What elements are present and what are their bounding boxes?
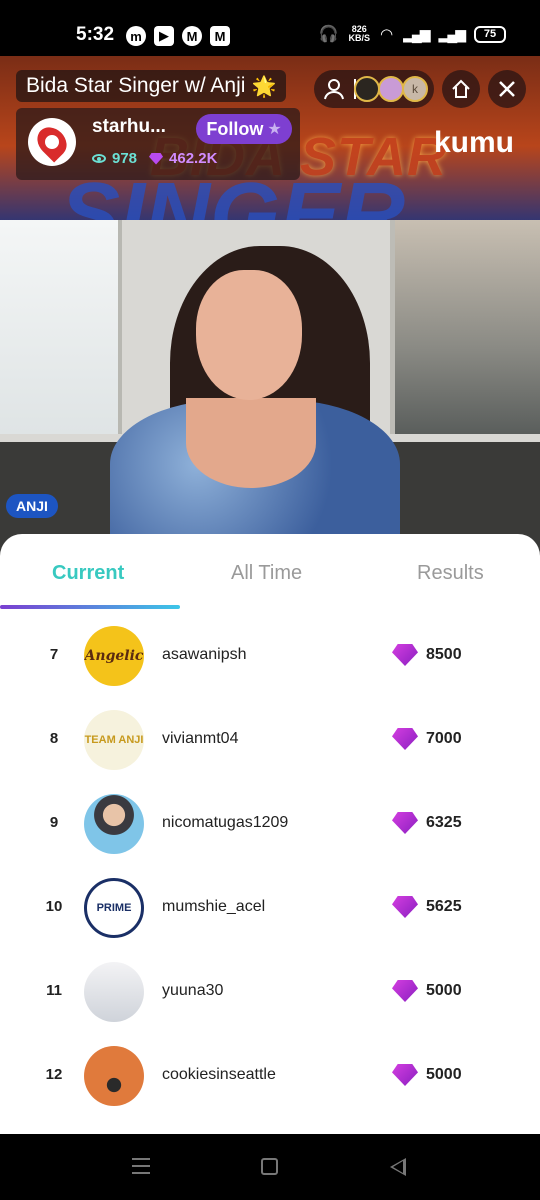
score: 7000	[426, 730, 462, 747]
gmail-icon: M	[210, 26, 230, 46]
username[interactable]: nicomatugas1209	[162, 814, 288, 832]
diamond-icon	[392, 812, 418, 834]
diamond-icon	[392, 644, 418, 666]
user-avatar[interactable]: PRIME	[84, 878, 144, 938]
leaderboard-row[interactable]: 11 yuuna30 5000	[0, 950, 540, 1034]
diamond-icon	[392, 896, 418, 918]
close-button[interactable]	[488, 70, 526, 108]
video-window-left	[0, 220, 122, 434]
score: 5000	[426, 982, 462, 999]
host-card[interactable]: starhu... Follow ★ 978 462.2K	[16, 108, 300, 180]
score: 8500	[426, 646, 462, 663]
top-controls: k	[314, 70, 526, 108]
back-icon[interactable]	[390, 1158, 406, 1176]
follow-label: Follow	[206, 118, 264, 139]
rank: 8	[49, 730, 59, 747]
person-icon[interactable]	[320, 75, 348, 103]
username[interactable]: vivianmt04	[162, 730, 238, 748]
follow-button[interactable]: Follow ★	[196, 114, 292, 144]
star-icon: ★	[267, 121, 282, 138]
host-avatar[interactable]	[28, 118, 76, 166]
score: 5625	[426, 898, 462, 915]
wifi-icon: ◠	[380, 26, 394, 43]
diamond-count: 462.2K	[169, 150, 218, 167]
home-nav-icon[interactable]	[261, 1158, 278, 1175]
score: 6325	[426, 814, 462, 831]
leaderboard-tabs: Current All Time Results	[0, 534, 540, 610]
status-bar: 5:32 m ▶ M M 🎧 826 KB/S ◠ ▂▄▆ ▂▄▆ 75	[0, 0, 540, 56]
status-time: 5:32	[76, 24, 115, 45]
leaderboard-row[interactable]: 8 TEAM ANJI vivianmt04 7000	[0, 698, 540, 782]
tab-current[interactable]: Current	[52, 562, 124, 585]
rank: 9	[49, 814, 59, 831]
username[interactable]: cookiesinseattle	[162, 1066, 276, 1084]
map-pin-icon	[31, 121, 73, 163]
home-icon	[452, 79, 470, 98]
viewer-avatar[interactable]	[378, 76, 404, 102]
user-avatar[interactable]	[84, 962, 144, 1022]
viewer-avatar[interactable]: k	[402, 76, 428, 102]
viewer-avatar[interactable]	[354, 76, 380, 102]
vpn-icon: M	[182, 26, 202, 46]
star-emoji: 🌟	[251, 75, 277, 98]
close-icon	[499, 81, 515, 97]
eye-icon	[92, 154, 106, 163]
leaderboard-row[interactable]: 10 PRIME mumshie_acel 5625	[0, 866, 540, 950]
host-stats: 978 462.2K	[92, 150, 217, 167]
rank: 7	[49, 646, 59, 663]
status-right: 🎧 826 KB/S ◠ ▂▄▆ ▂▄▆ 75	[319, 24, 506, 44]
leaderboard-row[interactable]: 12 cookiesinseattle 5000	[0, 1034, 540, 1118]
status-app-icons: m ▶ M M	[126, 26, 230, 46]
viewers-pill[interactable]: k	[314, 70, 434, 108]
stream-title: Bida Star Singer w/ Anji 🌟	[16, 70, 287, 102]
user-avatar[interactable]: Angelic	[84, 626, 144, 686]
youtube-icon: ▶	[154, 26, 174, 46]
performer-name-tag: ANJI	[6, 494, 58, 518]
diamond-icon	[149, 152, 164, 165]
stream-title-text: Bida Star Singer w/ Anji	[26, 74, 246, 97]
diamond-icon	[392, 980, 418, 1002]
system-nav-bar	[0, 1134, 540, 1200]
kumu-logo: kumu	[433, 126, 514, 159]
rank: 10	[45, 898, 63, 915]
headphones-icon: 🎧	[318, 26, 339, 43]
user-avatar[interactable]: TEAM ANJI	[84, 710, 144, 770]
recents-icon[interactable]	[132, 1158, 150, 1174]
username[interactable]: yuuna30	[162, 982, 223, 1000]
rank: 11	[46, 982, 62, 999]
diamond-icon	[392, 1064, 418, 1086]
user-avatar[interactable]	[84, 794, 144, 854]
username[interactable]: asawanipsh	[162, 646, 247, 664]
viewer-count: 978	[112, 150, 138, 167]
battery-icon: 75	[474, 25, 506, 43]
leaderboard-list: 7 Angelic asawanipsh 8500 8 TEAM ANJI vi…	[0, 614, 540, 1118]
tab-results[interactable]: Results	[417, 562, 484, 585]
tab-all-time[interactable]: All Time	[231, 562, 302, 585]
stream-video[interactable]: ANJI	[0, 220, 540, 556]
performer-face	[196, 270, 302, 400]
signal-icon: ▂▄▆	[403, 25, 430, 42]
score: 5000	[426, 1066, 462, 1083]
host-name[interactable]: starhu...	[92, 116, 166, 138]
live-stream[interactable]: BIDA STAR SINGER kumu Bida Star Singer w…	[0, 56, 540, 556]
performer-neck	[186, 398, 316, 488]
video-window-right	[390, 220, 540, 434]
net-speed-unit: KB/S	[348, 33, 370, 43]
leaderboard-row[interactable]: 9 nicomatugas1209 6325	[0, 782, 540, 866]
rank: 12	[45, 1066, 63, 1083]
user-avatar[interactable]	[84, 1046, 144, 1106]
leaderboard-panel: Current All Time Results 7 Angelic asawa…	[0, 534, 540, 1134]
leaderboard-row[interactable]: 7 Angelic asawanipsh 8500	[0, 614, 540, 698]
username[interactable]: mumshie_acel	[162, 898, 265, 916]
diamond-icon	[392, 728, 418, 750]
home-button[interactable]	[442, 70, 480, 108]
active-tab-indicator	[0, 605, 180, 609]
messenger-icon: m	[126, 26, 146, 46]
signal-icon-2: ▂▄▆	[438, 25, 466, 42]
net-speed: 826 KB/S	[348, 25, 370, 43]
